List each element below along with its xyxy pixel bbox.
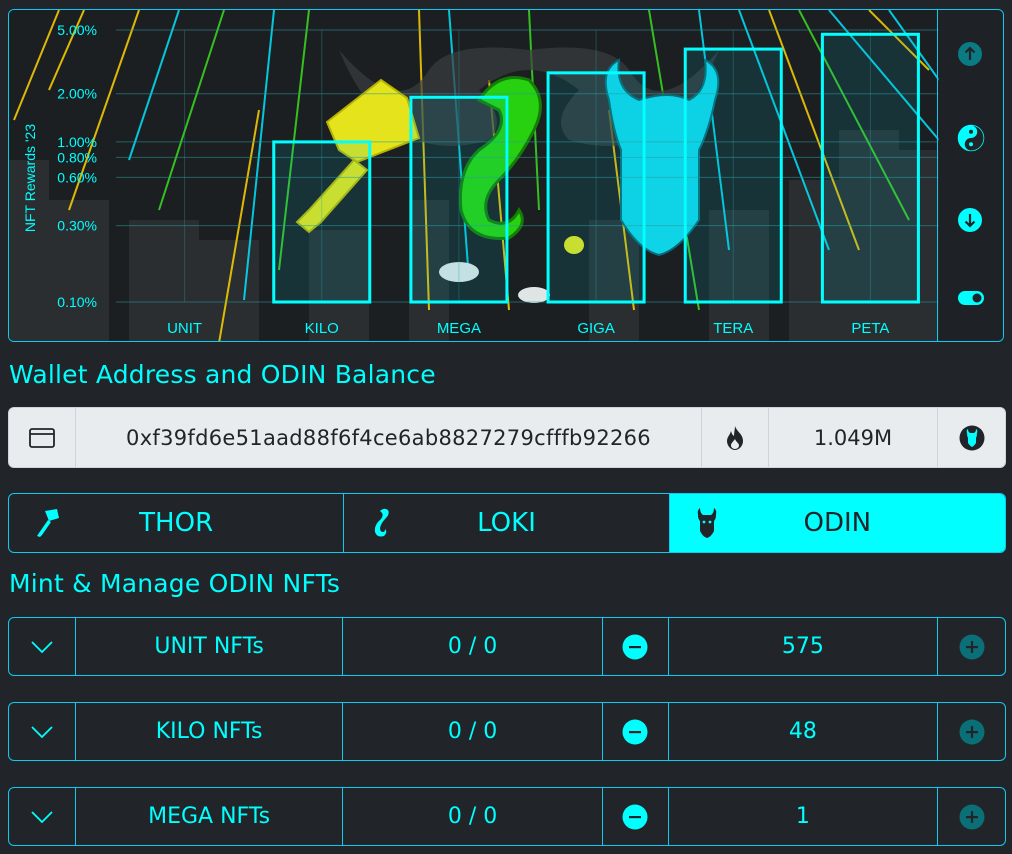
arrow-down-icon xyxy=(957,208,982,232)
bar-tera[interactable] xyxy=(683,47,783,304)
decrement-button[interactable] xyxy=(603,618,669,675)
expand-button[interactable] xyxy=(9,788,76,845)
bar-mega[interactable] xyxy=(409,95,509,304)
expand-button[interactable] xyxy=(9,618,76,675)
arrow-up-icon xyxy=(957,42,982,66)
bar-giga[interactable] xyxy=(546,71,646,304)
decrement-button[interactable] xyxy=(603,703,669,760)
wallet-section-title: Wallet Address and ODIN Balance xyxy=(9,360,436,389)
y-tick-label: 2.00% xyxy=(57,86,97,102)
y-tick-label: 0.80% xyxy=(57,149,97,165)
nft-row: UNIT NFTs 0 / 0 575 xyxy=(8,617,1006,676)
plus-circle-icon xyxy=(959,719,985,744)
increment-button[interactable] xyxy=(938,618,1005,675)
decrement-button[interactable] xyxy=(603,788,669,845)
rewards-chart-panel: 5.00% 2.00% 1.00% 0.80% 0.60% 0.30% 0.10% UNIT… xyxy=(8,9,1004,342)
manage-section-title: Mint & Manage ODIN NFTs xyxy=(9,569,341,598)
chart-side-toolbar xyxy=(937,10,1003,341)
nft-amount-input[interactable]: 575 xyxy=(669,618,939,675)
wallet-bar: 0xf39fd6e51aad88f6f4ce6ab8827279cfffb922… xyxy=(8,407,1006,468)
y-tick-label: 0.30% xyxy=(57,218,97,234)
fire-icon xyxy=(727,425,743,450)
increment-button[interactable] xyxy=(938,703,1005,760)
bar-peta[interactable] xyxy=(820,32,920,304)
odin-balance: 1.049M xyxy=(769,408,938,467)
increment-button[interactable] xyxy=(938,788,1005,845)
plus-circle-icon xyxy=(959,634,985,659)
toggle-button[interactable] xyxy=(957,289,985,317)
y-tick-label: 1.00% xyxy=(57,134,97,150)
minus-circle-icon xyxy=(622,719,648,744)
odin-token-button[interactable] xyxy=(938,408,1005,467)
loki-icon xyxy=(375,508,389,537)
yin-yang-icon xyxy=(957,124,984,152)
odin-icon xyxy=(697,508,716,538)
burn-button[interactable] xyxy=(702,408,769,467)
minus-circle-icon xyxy=(622,634,648,659)
tab-loki[interactable]: LOKI xyxy=(344,494,670,552)
arrow-down-button[interactable] xyxy=(957,207,985,235)
nft-name: MEGA NFTs xyxy=(76,788,344,845)
nft-owned-count: 0 / 0 xyxy=(343,618,603,675)
expand-button[interactable] xyxy=(9,703,76,760)
nft-name: KILO NFTs xyxy=(76,703,344,760)
y-tick-label: 0.60% xyxy=(57,169,97,185)
yin-yang-button[interactable] xyxy=(957,124,985,152)
y-tick-label: 0.10% xyxy=(57,294,97,310)
minus-circle-icon xyxy=(622,804,648,829)
nft-name: UNIT NFTs xyxy=(76,618,344,675)
arrow-up-button[interactable] xyxy=(957,41,985,69)
chevron-down-icon xyxy=(31,810,53,823)
nft-amount-input[interactable]: 48 xyxy=(669,703,939,760)
x-tick-label: UNIT xyxy=(167,320,202,337)
nft-owned-count: 0 / 0 xyxy=(343,703,603,760)
wallet-icon xyxy=(29,427,55,448)
tab-thor-label: THOR xyxy=(139,508,214,538)
x-tick-label: TERA xyxy=(713,320,753,337)
y-axis-label: NFT Rewards '23 xyxy=(22,124,38,232)
token-tabs: THOR LOKI ODIN xyxy=(8,493,1006,553)
nft-amount-input[interactable]: 1 xyxy=(669,788,939,845)
chevron-down-icon xyxy=(31,725,53,738)
hammer-icon xyxy=(37,509,59,537)
tab-odin[interactable]: ODIN xyxy=(669,494,1005,552)
odin-token-icon xyxy=(959,425,984,450)
nft-owned-count: 0 / 0 xyxy=(343,788,603,845)
tab-thor[interactable]: THOR xyxy=(9,494,345,552)
tab-odin-label: ODIN xyxy=(803,508,872,538)
chevron-down-icon xyxy=(31,640,53,653)
x-tick-label: GIGA xyxy=(577,320,615,337)
bar-kilo[interactable] xyxy=(272,140,372,304)
tab-loki-label: LOKI xyxy=(477,508,536,538)
nft-row: KILO NFTs 0 / 0 48 xyxy=(8,702,1006,761)
rewards-chart: 5.00% 2.00% 1.00%0.80% 0.60% 0.30% 0.10% UNIT… xyxy=(9,10,939,341)
nft-row: MEGA NFTs 0 / 0 1 xyxy=(8,787,1006,846)
wallet-icon-cell xyxy=(9,408,76,467)
y-tick-label: 5.00% xyxy=(57,22,97,38)
x-tick-label: KILO xyxy=(305,320,339,337)
wallet-address[interactable]: 0xf39fd6e51aad88f6f4ce6ab8827279cfffb922… xyxy=(76,408,702,467)
toggle-on-icon xyxy=(957,291,984,305)
plus-circle-icon xyxy=(959,804,985,829)
x-tick-label: PETA xyxy=(851,320,889,337)
x-tick-label: MEGA xyxy=(437,320,481,337)
